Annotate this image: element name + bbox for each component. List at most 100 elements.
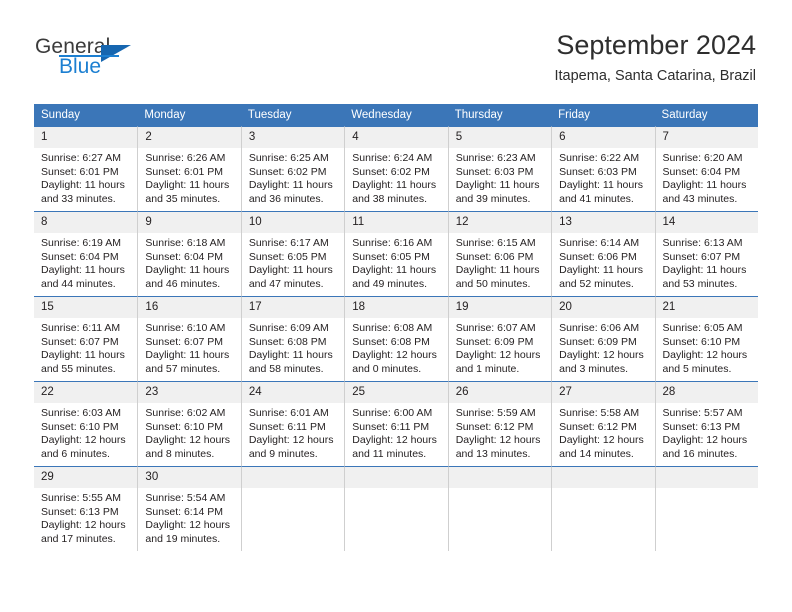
calendar-day-cell[interactable]: 4 Sunrise: 6:24 AM Sunset: 6:02 PM Daylight… xyxy=(344,126,448,211)
sunrise-text: Sunrise: 6:14 AM xyxy=(559,237,640,249)
calendar-day-cell[interactable]: 14 Sunrise: 6:13 AM Sunset: 6:07 PM Dayligh… xyxy=(654,211,758,296)
weekday-header-wednesday: Wednesday xyxy=(344,104,448,126)
sunrise-text: Sunrise: 5:54 AM xyxy=(145,492,226,504)
sunrise-text: Sunrise: 6:03 AM xyxy=(41,407,121,419)
calendar-day-cell[interactable]: 16 Sunrise: 6:10 AM Sunset: 6:07 PM Dayligh… xyxy=(137,296,241,381)
day-details: Sunrise: 6:11 AM Sunset: 6:07 PM Daylight:… xyxy=(34,318,137,376)
day-details: Sunrise: 5:58 AM Sunset: 6:12 PM Daylight:… xyxy=(552,403,654,461)
day-number: 7 xyxy=(655,127,758,148)
sunset-text: Sunset: 6:14 PM xyxy=(145,505,224,518)
sunrise-text: Sunrise: 6:05 AM xyxy=(662,322,743,334)
day-details: Sunrise: 5:57 AM Sunset: 6:13 PM Daylight:… xyxy=(656,403,758,461)
calendar-day-cell[interactable]: 8 Sunrise: 6:19 AM Sunset: 6:04 PM Daylight… xyxy=(34,211,138,296)
day-number: 21 xyxy=(655,297,758,318)
calendar-day-cell[interactable]: 28 Sunrise: 5:57 AM Sunset: 6:13 PM Dayligh… xyxy=(654,381,758,466)
day-details: Sunrise: 6:14 AM Sunset: 6:06 PM Daylight:… xyxy=(552,233,654,291)
day-details: Sunrise: 6:27 AM Sunset: 6:01 PM Daylight:… xyxy=(34,148,137,206)
sunrise-text: Sunrise: 6:01 AM xyxy=(248,407,329,419)
sunrise-text: Sunrise: 5:57 AM xyxy=(662,407,743,419)
day-number: 30 xyxy=(138,467,241,488)
daylight-text: Daylight: 11 hours and 44 minutes. xyxy=(41,264,125,290)
daylight-text: Daylight: 12 hours and 3 minutes. xyxy=(559,349,644,375)
day-number xyxy=(655,467,758,488)
day-details: Sunrise: 6:13 AM Sunset: 6:07 PM Daylight:… xyxy=(656,233,758,291)
day-details: Sunrise: 6:25 AM Sunset: 6:02 PM Daylight:… xyxy=(242,148,344,206)
calendar-day-cell[interactable]: 12 Sunrise: 6:15 AM Sunset: 6:06 PM Dayligh… xyxy=(447,211,552,296)
day-details: Sunrise: 6:24 AM Sunset: 6:02 PM Daylight:… xyxy=(345,148,447,206)
calendar-day-cell[interactable]: 18 Sunrise: 6:08 AM Sunset: 6:08 PM Dayligh… xyxy=(344,296,448,381)
calendar-day-cell[interactable]: 23 Sunrise: 6:02 AM Sunset: 6:10 PM Dayligh… xyxy=(137,381,241,466)
calendar-day-cell[interactable]: 7 Sunrise: 6:20 AM Sunset: 6:04 PM Daylight… xyxy=(654,126,758,211)
calendar-day-cell[interactable]: 13 Sunrise: 6:14 AM Sunset: 6:06 PM Dayligh… xyxy=(551,211,655,296)
day-details: Sunrise: 6:09 AM Sunset: 6:08 PM Daylight:… xyxy=(242,318,344,376)
calendar-day-cell[interactable]: 11 Sunrise: 6:16 AM Sunset: 6:05 PM Dayligh… xyxy=(344,211,448,296)
daylight-text: Daylight: 12 hours and 17 minutes. xyxy=(41,519,126,545)
calendar-week-row: 22 Sunrise: 6:03 AM Sunset: 6:10 PM Dayligh… xyxy=(34,381,758,466)
sunset-text: Sunset: 6:10 PM xyxy=(41,420,119,433)
daylight-text: Daylight: 11 hours and 41 minutes. xyxy=(559,179,643,205)
day-details: Sunrise: 6:01 AM Sunset: 6:11 PM Daylight:… xyxy=(242,403,344,461)
calendar-day-cell[interactable]: 21 Sunrise: 6:05 AM Sunset: 6:10 PM Dayligh… xyxy=(654,296,758,381)
calendar-day-cell[interactable]: 9 Sunrise: 6:18 AM Sunset: 6:04 PM Daylight… xyxy=(137,211,241,296)
weekday-header-saturday: Saturday xyxy=(654,104,758,126)
sunset-text: Sunset: 6:02 PM xyxy=(248,165,327,178)
sunset-text: Sunset: 6:13 PM xyxy=(662,420,741,433)
day-details: Sunrise: 6:17 AM Sunset: 6:05 PM Daylight:… xyxy=(242,233,344,291)
day-details: Sunrise: 6:06 AM Sunset: 6:09 PM Daylight:… xyxy=(552,318,654,376)
sunrise-text: Sunrise: 6:26 AM xyxy=(145,152,226,164)
calendar-day-cell[interactable]: 17 Sunrise: 6:09 AM Sunset: 6:08 PM Dayligh… xyxy=(240,296,345,381)
calendar-day-cell[interactable]: 15 Sunrise: 6:11 AM Sunset: 6:07 PM Dayligh… xyxy=(34,296,138,381)
calendar-day-cell[interactable]: 26 Sunrise: 5:59 AM Sunset: 6:12 PM Dayligh… xyxy=(447,381,552,466)
weekday-header-friday: Friday xyxy=(551,104,655,126)
daylight-text: Daylight: 12 hours and 19 minutes. xyxy=(145,519,231,545)
calendar-day-cell[interactable]: 3 Sunrise: 6:25 AM Sunset: 6:02 PM Daylight… xyxy=(240,126,345,211)
calendar-day-cell[interactable]: 29 Sunrise: 5:55 AM Sunset: 6:13 PM Dayligh… xyxy=(34,466,138,551)
sunrise-text: Sunrise: 6:24 AM xyxy=(352,152,433,164)
calendar-day-cell[interactable]: 27 Sunrise: 5:58 AM Sunset: 6:12 PM Dayligh… xyxy=(551,381,655,466)
day-number: 8 xyxy=(34,212,138,233)
daylight-text: Daylight: 11 hours and 39 minutes. xyxy=(455,179,540,205)
calendar-day-cell[interactable]: 1 Sunrise: 6:27 AM Sunset: 6:01 PM Daylight… xyxy=(34,126,138,211)
calendar-day-cell[interactable]: 22 Sunrise: 6:03 AM Sunset: 6:10 PM Dayligh… xyxy=(34,381,138,466)
calendar-day-cell[interactable]: 25 Sunrise: 6:00 AM Sunset: 6:11 PM Dayligh… xyxy=(344,381,448,466)
day-number xyxy=(241,467,345,488)
sunrise-text: Sunrise: 6:18 AM xyxy=(145,237,226,249)
sunset-text: Sunset: 6:03 PM xyxy=(455,165,534,178)
sunset-text: Sunset: 6:05 PM xyxy=(352,250,430,263)
day-details: Sunrise: 6:18 AM Sunset: 6:04 PM Daylight:… xyxy=(138,233,240,291)
calendar-day-cell[interactable]: 6 Sunrise: 6:22 AM Sunset: 6:03 PM Daylight… xyxy=(551,126,655,211)
daylight-text: Daylight: 11 hours and 35 minutes. xyxy=(145,179,230,205)
daylight-text: Daylight: 12 hours and 0 minutes. xyxy=(352,349,437,375)
sunrise-text: Sunrise: 6:00 AM xyxy=(352,407,433,419)
day-number: 2 xyxy=(138,127,241,148)
calendar-week-row: 15 Sunrise: 6:11 AM Sunset: 6:07 PM Dayligh… xyxy=(34,296,758,381)
day-details: Sunrise: 6:22 AM Sunset: 6:03 PM Daylight:… xyxy=(552,148,654,206)
day-number: 12 xyxy=(448,212,552,233)
day-number: 27 xyxy=(552,382,655,403)
sunset-text: Sunset: 6:01 PM xyxy=(41,165,119,178)
calendar-day-cell[interactable]: 2 Sunrise: 6:26 AM Sunset: 6:01 PM Daylight… xyxy=(137,126,241,211)
daylight-text: Daylight: 11 hours and 46 minutes. xyxy=(145,264,230,290)
sunset-text: Sunset: 6:04 PM xyxy=(145,250,224,263)
daylight-text: Daylight: 11 hours and 38 minutes. xyxy=(352,179,437,205)
day-number: 5 xyxy=(448,127,552,148)
daylight-text: Daylight: 11 hours and 53 minutes. xyxy=(662,264,747,290)
sunset-text: Sunset: 6:12 PM xyxy=(455,420,534,433)
calendar-day-cell[interactable]: 10 Sunrise: 6:17 AM Sunset: 6:05 PM Dayligh… xyxy=(240,211,345,296)
sunrise-text: Sunrise: 5:58 AM xyxy=(559,407,640,419)
calendar-day-cell[interactable]: 5 Sunrise: 6:23 AM Sunset: 6:03 PM Daylight… xyxy=(447,126,552,211)
calendar-day-cell[interactable]: 24 Sunrise: 6:01 AM Sunset: 6:11 PM Dayligh… xyxy=(240,381,345,466)
generalblue-logo[interactable]: General Blue xyxy=(35,36,185,84)
calendar-day-cell[interactable]: 30 Sunrise: 5:54 AM Sunset: 6:14 PM Dayligh… xyxy=(137,466,241,551)
calendar-day-cell[interactable]: 20 Sunrise: 6:06 AM Sunset: 6:09 PM Dayligh… xyxy=(551,296,655,381)
day-details: Sunrise: 6:10 AM Sunset: 6:07 PM Daylight:… xyxy=(138,318,240,376)
sunset-text: Sunset: 6:06 PM xyxy=(559,250,637,263)
daylight-text: Daylight: 11 hours and 43 minutes. xyxy=(662,179,747,205)
calendar-day-cell[interactable]: 19 Sunrise: 6:07 AM Sunset: 6:09 PM Dayligh… xyxy=(447,296,552,381)
day-details: Sunrise: 6:16 AM Sunset: 6:05 PM Daylight:… xyxy=(345,233,447,291)
day-number: 28 xyxy=(655,382,758,403)
sunrise-text: Sunrise: 6:23 AM xyxy=(455,152,536,164)
day-details: Sunrise: 5:54 AM Sunset: 6:14 PM Daylight:… xyxy=(138,488,240,546)
daylight-text: Daylight: 12 hours and 14 minutes. xyxy=(559,434,644,460)
sunrise-text: Sunrise: 6:19 AM xyxy=(41,237,121,249)
